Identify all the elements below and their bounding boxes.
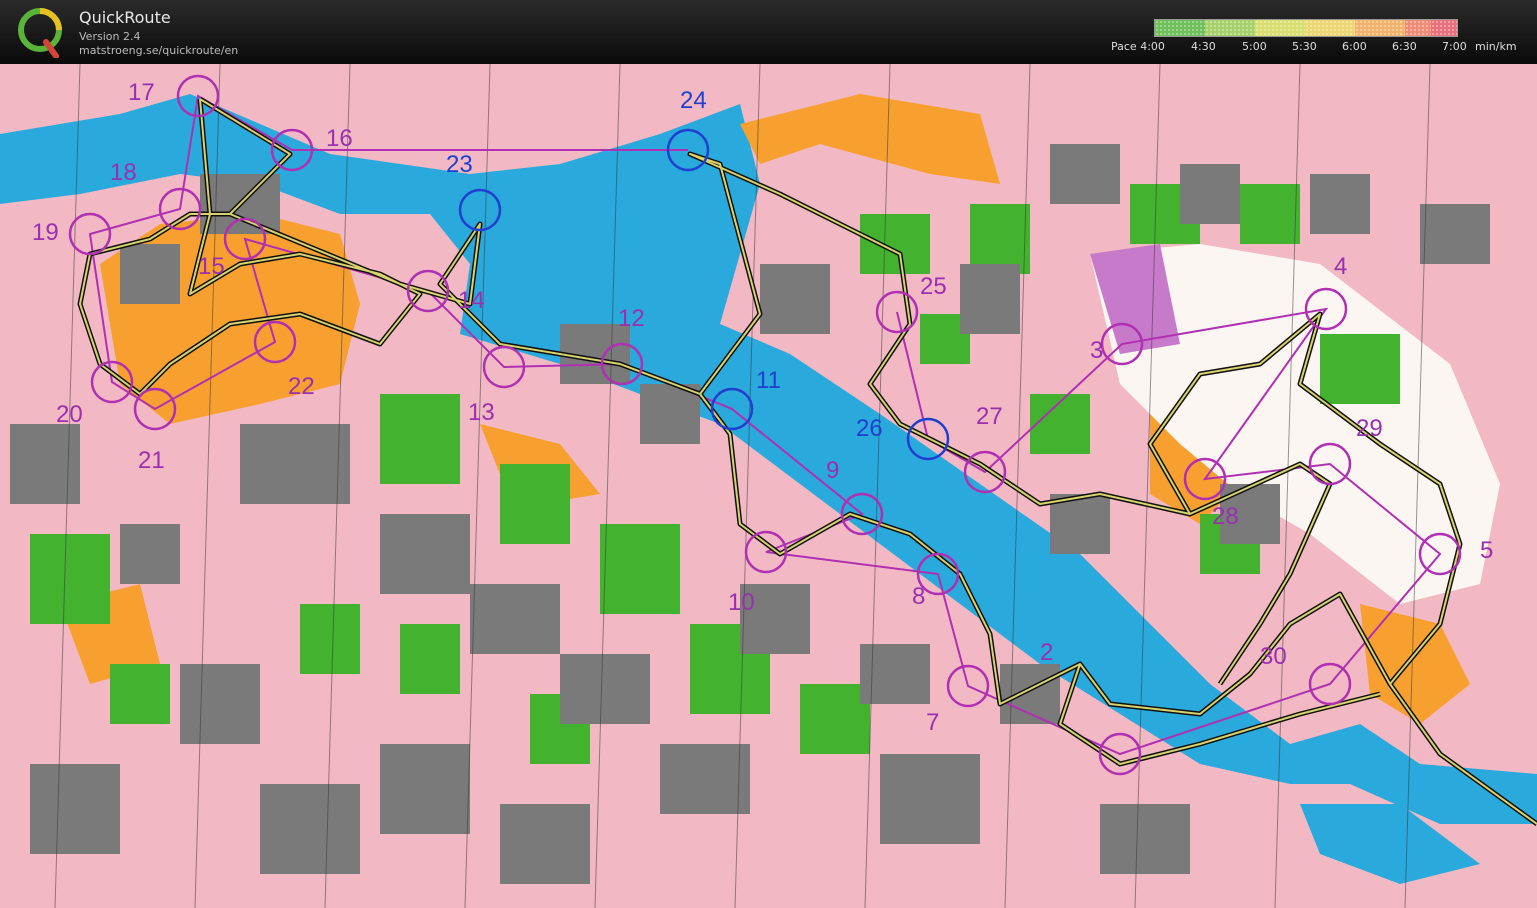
control-label: 5 xyxy=(1480,537,1493,564)
control-label: 20 xyxy=(56,401,83,428)
pace-color-cell xyxy=(1305,20,1355,36)
control-label: 28 xyxy=(1212,503,1239,530)
legend-label-700: 7:00 xyxy=(1442,40,1467,53)
control-label: 16 xyxy=(326,125,353,152)
pace-color-cell xyxy=(1355,20,1405,36)
control-label: 9 xyxy=(826,457,839,484)
pace-color-cell xyxy=(1255,20,1305,36)
legend-label-530: 5:30 xyxy=(1292,40,1317,53)
quickroute-logo xyxy=(18,8,62,58)
control-label: 11 xyxy=(756,367,781,394)
control-label: 4 xyxy=(1334,253,1347,280)
control-label: 3 xyxy=(1090,337,1103,364)
control-label: 27 xyxy=(976,403,1003,430)
legend-label-pace-400: Pace 4:00 xyxy=(1111,40,1165,53)
legend-label-600: 6:00 xyxy=(1342,40,1367,53)
app-title: QuickRoute xyxy=(79,8,171,27)
control-label: 25 xyxy=(920,273,947,300)
pace-color-cell xyxy=(1155,20,1205,36)
control-label: 26 xyxy=(856,415,883,442)
control-label: 17 xyxy=(128,79,155,106)
control-label: 29 xyxy=(1356,415,1383,442)
control-label: 18 xyxy=(110,159,137,186)
pace-color-cell xyxy=(1431,20,1457,36)
control-label: 23 xyxy=(446,151,473,178)
control-label: 12 xyxy=(618,305,645,332)
legend-label-430: 4:30 xyxy=(1191,40,1216,53)
control-label: 30 xyxy=(1260,643,1287,670)
pace-legend: Pace 4:00 4:30 5:00 5:30 6:00 6:30 7:00 … xyxy=(1100,16,1520,60)
control-label: 10 xyxy=(728,589,755,616)
top-bar: QuickRoute Version 2.4 matstroeng.se/qui… xyxy=(0,0,1537,64)
control-label: 13 xyxy=(468,399,495,426)
app-version: Version 2.4 xyxy=(79,30,141,43)
orienteering-map[interactable]: 17161819152021222324141312112526 27910 873… xyxy=(0,64,1537,908)
control-label: 15 xyxy=(198,253,225,280)
pace-color-scale xyxy=(1154,19,1458,37)
control-label: 2 xyxy=(1040,639,1053,666)
control-label: 24 xyxy=(680,87,707,114)
control-label: 8 xyxy=(912,583,925,610)
pace-color-cell xyxy=(1205,20,1255,36)
pace-color-cell xyxy=(1405,20,1431,36)
app-url[interactable]: matstroeng.se/quickroute/en xyxy=(79,44,238,57)
control-label: 21 xyxy=(138,447,165,474)
control-label: 19 xyxy=(32,219,59,246)
legend-label-unit: min/km xyxy=(1475,40,1517,53)
legend-label-630: 6:30 xyxy=(1392,40,1417,53)
control-label: 7 xyxy=(926,709,939,736)
control-label: 14 xyxy=(458,287,485,314)
control-label: 22 xyxy=(288,373,315,400)
legend-label-500: 5:00 xyxy=(1242,40,1267,53)
